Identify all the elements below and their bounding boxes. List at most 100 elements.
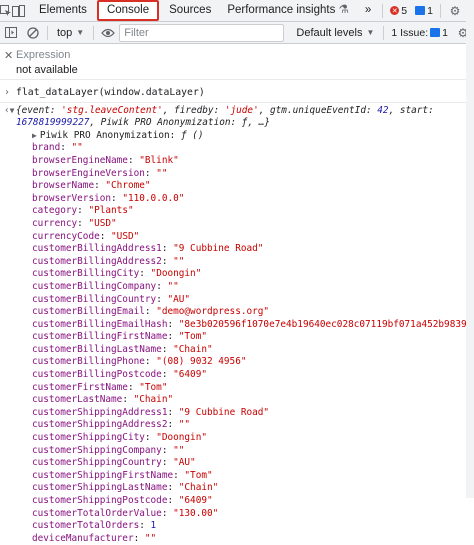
property-row[interactable]: customerBillingEmailHash: "8e3b020596f10… — [0, 319, 474, 332]
property-value: "Doongin" — [150, 268, 202, 280]
console-toolbar: top ▼ Filter Default levels ▼ 1 Issue: 1… — [0, 22, 474, 44]
property-colon: : — [144, 432, 157, 444]
property-value: "Tom" — [178, 331, 207, 343]
property-row[interactable]: customerShippingAddress2: "" — [0, 419, 474, 432]
divider — [439, 3, 441, 18]
log-levels-dropdown[interactable]: Default levels ▼ — [290, 27, 380, 39]
property-key: customerTotalOrders — [32, 520, 140, 532]
result-arrow-icon: ‹▼ — [4, 104, 15, 116]
property-row[interactable]: deviceManufacturer: "" — [0, 533, 474, 545]
expression-label[interactable]: Expression — [16, 44, 474, 61]
issues-button[interactable]: 1 Issue: 1 — [387, 26, 452, 40]
property-row[interactable]: customerShippingFirstName: "Tom" — [0, 470, 474, 483]
device-toolbar-icon[interactable] — [12, 1, 25, 21]
tab-elements[interactable]: Elements — [31, 0, 95, 21]
clear-console-icon[interactable] — [22, 23, 44, 43]
errors-badge[interactable]: ✕ 5 — [386, 4, 411, 18]
property-colon: : — [173, 469, 185, 481]
property-row[interactable]: customerBillingCity: "Doongin" — [0, 268, 474, 281]
property-value: "Blink" — [139, 154, 179, 166]
property-row[interactable]: customerBillingCountry: "AU" — [0, 294, 474, 307]
property-row[interactable]: customerShippingPostcode: "6409" — [0, 495, 474, 508]
property-row[interactable]: customerBillingAddress1: "9 Cubbine Road… — [0, 243, 474, 256]
property-value: "" — [173, 444, 185, 456]
property-row[interactable]: customerShippingCountry: "AU" — [0, 457, 474, 470]
property-colon: : — [122, 394, 134, 406]
more-tabs-button[interactable]: » — [357, 0, 379, 21]
property-row[interactable]: customerTotalOrders: 1 — [0, 520, 474, 533]
property-colon: : — [60, 142, 72, 154]
property-key: customerTotalOrderValue — [32, 507, 162, 519]
property-colon: : — [167, 419, 179, 431]
property-row[interactable]: browserVersion: "110.0.0.0" — [0, 193, 474, 206]
prompt-chevron-icon: › — [4, 87, 10, 98]
summary-token: 'stg.leaveContent' — [61, 104, 163, 116]
property-row[interactable]: browserName: "Chrome" — [0, 180, 474, 193]
property-key: deviceManufacturer — [32, 532, 134, 544]
property-row[interactable]: category: "Plants" — [0, 205, 474, 218]
property-value: "USD" — [111, 230, 140, 242]
property-row[interactable]: browserEngineVersion: "" — [0, 168, 474, 181]
property-value: ƒ () — [180, 129, 204, 141]
property-row[interactable]: customerTotalOrderValue: "130.00" — [0, 508, 474, 521]
console-output: › flat_dataLayer(window.dataLayer) ‹▼ {e… — [0, 80, 474, 545]
settings-gear-icon[interactable]: ⚙ — [444, 1, 466, 21]
issues-label: 1 Issue: — [391, 26, 429, 39]
property-row[interactable]: customerBillingLastName: "Chain" — [0, 344, 474, 357]
property-row[interactable]: customerShippingLastName: "Chain" — [0, 482, 474, 495]
property-key: customerShippingCountry — [32, 457, 162, 469]
property-row[interactable]: customerLastName: "Chain" — [0, 394, 474, 407]
info-badge[interactable]: 1 — [411, 4, 437, 18]
property-colon: : — [111, 192, 123, 204]
property-row[interactable]: customerShippingAddress1: "9 Cubbine Roa… — [0, 407, 474, 420]
tab-sources[interactable]: Sources — [161, 0, 219, 21]
property-key: customerBillingFirstName — [32, 331, 168, 343]
property-colon: : — [161, 444, 174, 456]
property-row[interactable]: customerBillingFirstName: "Tom" — [0, 331, 474, 344]
tab-console[interactable]: Console — [96, 0, 160, 21]
property-key: customerBillingLastName — [32, 343, 162, 355]
property-key: currency — [32, 217, 78, 229]
info-message-icon — [415, 6, 426, 15]
property-colon: : — [77, 217, 89, 229]
property-row-function[interactable]: ▶ Piwik PRO Anonymization: ƒ () — [0, 130, 474, 143]
property-key: brand — [32, 142, 61, 154]
command-text: flat_dataLayer(window.dataLayer) — [16, 87, 205, 98]
property-row[interactable]: customerBillingPhone: "(08) 9032 4956" — [0, 356, 474, 369]
property-row[interactable]: customerBillingCompany: "" — [0, 281, 474, 294]
property-key: customerBillingCompany — [32, 280, 157, 292]
filter-input[interactable]: Filter — [119, 23, 285, 42]
property-colon: : — [156, 280, 168, 292]
property-row[interactable]: customerBillingAddress2: "" — [0, 256, 474, 269]
context-selector[interactable]: top ▼ — [51, 27, 90, 39]
sidebar-toggle-icon[interactable] — [0, 23, 22, 43]
property-colon: : — [144, 167, 157, 179]
property-value: "demo@wordpress.org" — [156, 306, 270, 318]
flask-icon: ⚗ — [338, 4, 349, 16]
property-row[interactable]: currency: "USD" — [0, 218, 474, 231]
property-key: customerBillingAddress1 — [32, 243, 162, 255]
property-row[interactable]: customerBillingPostcode: "6409" — [0, 369, 474, 382]
remove-expression-icon[interactable]: ✕ — [4, 49, 13, 62]
property-key: browserEngineName — [32, 154, 128, 166]
issues-count: 1 — [442, 26, 448, 39]
object-summary[interactable]: {event: 'stg.leaveContent', firedby: 'ju… — [16, 105, 456, 130]
property-colon: : — [127, 154, 140, 166]
property-row[interactable]: customerBillingEmail: "demo@wordpress.or… — [0, 306, 474, 319]
property-colon: : — [144, 356, 157, 368]
tab-performance-insights-label: Performance insights — [227, 4, 336, 16]
property-value: "" — [144, 532, 157, 544]
property-row[interactable]: customerShippingCompany: "" — [0, 445, 474, 458]
property-row[interactable]: browserEngineName: "Blink" — [0, 155, 474, 168]
property-value: "" — [71, 142, 83, 154]
scrollbar[interactable] — [466, 0, 474, 498]
property-row[interactable]: customerShippingCity: "Doongin" — [0, 432, 474, 445]
eye-icon[interactable] — [97, 23, 119, 43]
property-row[interactable]: currencyCode: "USD" — [0, 231, 474, 244]
expand-triangle-icon[interactable]: ▶ — [32, 131, 37, 140]
property-value: "Chain" — [178, 482, 219, 494]
tab-performance-insights[interactable]: Performance insights ⚗ — [219, 0, 357, 21]
property-row[interactable]: customerFirstName: "Tom" — [0, 382, 474, 395]
inspect-element-icon[interactable] — [0, 1, 12, 21]
property-row[interactable]: brand: "" — [0, 142, 474, 155]
